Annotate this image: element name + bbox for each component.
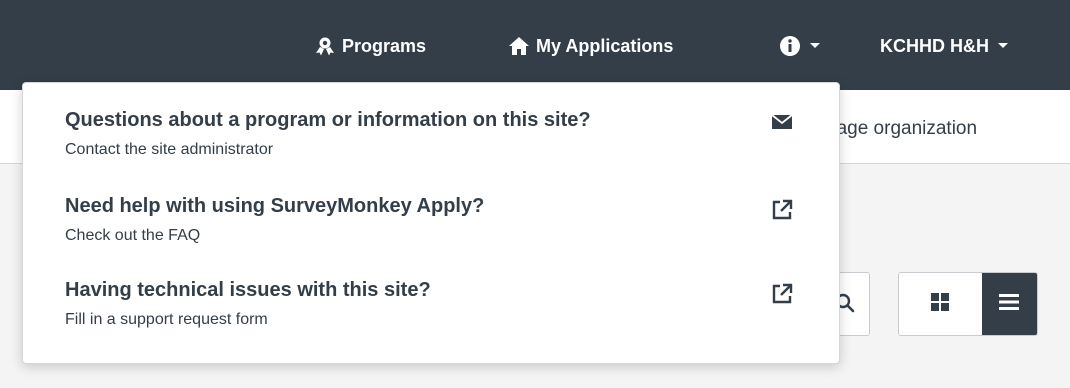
list-view-button[interactable] — [981, 273, 1037, 335]
help-menu-item-contact-admin[interactable]: Questions about a program or information… — [23, 101, 839, 185]
page: Programs My Applications KCHHD H&H nage … — [0, 0, 1070, 388]
help-menu-item-support-request[interactable]: Having technical issues with this site? … — [23, 271, 839, 355]
view-toggle — [898, 272, 1038, 336]
envelope-icon — [771, 113, 793, 136]
external-link-icon — [771, 199, 793, 226]
help-menu-item-faq[interactable]: Need help with using SurveyMonkey Apply?… — [23, 187, 839, 271]
help-menu-item-title: Questions about a program or information… — [65, 109, 591, 131]
nav-my-applications-link[interactable]: My Applications — [508, 34, 673, 58]
chevron-down-icon — [997, 42, 1009, 50]
grid-view-button[interactable] — [899, 273, 982, 335]
chevron-down-icon — [809, 42, 821, 50]
help-menu-item-title: Need help with using SurveyMonkey Apply? — [65, 195, 485, 217]
help-menu-item-subtitle: Check out the FAQ — [65, 227, 201, 244]
nav-info-dropdown-toggle[interactable] — [779, 34, 821, 58]
help-menu-item-subtitle: Contact the site administrator — [65, 141, 274, 158]
grid-view-icon — [930, 292, 950, 317]
info-circle-icon — [779, 35, 801, 57]
nav-programs-label: Programs — [342, 35, 427, 56]
help-menu-item-subtitle: Fill in a support request form — [65, 311, 268, 328]
award-icon — [314, 36, 336, 56]
nav-user-menu-toggle[interactable]: KCHHD H&H — [880, 34, 1009, 58]
home-icon — [508, 36, 530, 56]
nav-programs-link[interactable]: Programs — [314, 34, 426, 58]
help-menu-item-title: Having technical issues with this site? — [65, 279, 431, 301]
top-navbar: Programs My Applications KCHHD H&H — [0, 0, 1070, 90]
help-dropdown-menu: Questions about a program or information… — [22, 82, 840, 364]
nav-my-applications-label: My Applications — [536, 35, 674, 56]
list-view-icon — [999, 293, 1020, 316]
external-link-icon — [771, 283, 793, 310]
manage-organization-link[interactable]: nage organization — [826, 118, 977, 140]
nav-user-label: KCHHD H&H — [880, 35, 989, 56]
